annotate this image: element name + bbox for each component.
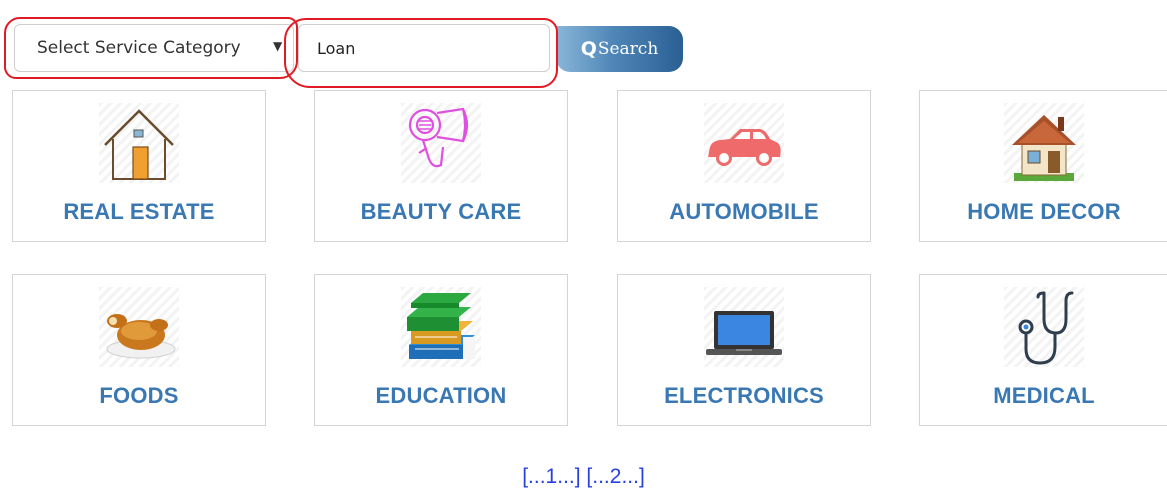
category-label: HOME DECOR <box>967 199 1121 224</box>
category-label: BEAUTY CARE <box>360 199 522 224</box>
category-tile-automobile[interactable]: AUTOMOBILE <box>617 90 871 242</box>
books-icon <box>401 287 481 367</box>
category-tile-education[interactable]: EDUCATION <box>314 274 568 426</box>
category-tile-beauty-care[interactable]: BEAUTY CARE <box>314 90 568 242</box>
dropdown-arrow-icon: ▼ <box>273 39 283 53</box>
roast-chicken-icon <box>99 287 179 367</box>
category-label: REAL ESTATE <box>63 199 215 224</box>
service-category-select[interactable]: Select Service Category ▼ <box>14 24 294 72</box>
category-label: MEDICAL <box>993 383 1095 408</box>
page-2-link[interactable]: [...2...] <box>586 465 644 488</box>
house-icon <box>99 103 179 183</box>
search-query-input[interactable] <box>298 24 550 72</box>
home-decor-icon <box>1004 103 1084 183</box>
category-label: AUTOMOBILE <box>669 199 819 224</box>
car-icon <box>704 103 784 183</box>
category-tile-home-decor[interactable]: HOME DECOR <box>919 90 1167 242</box>
laptop-icon <box>704 287 784 367</box>
pagination: [...1...] [...2...] <box>0 465 1167 489</box>
category-label: EDUCATION <box>375 383 507 408</box>
hair-dryer-icon <box>401 103 481 183</box>
category-label: ELECTRONICS <box>664 383 824 408</box>
select-value: Select Service Category <box>37 38 241 58</box>
page-1-link[interactable]: [...1...] <box>522 465 580 488</box>
search-button-label: Search <box>597 39 659 59</box>
stethoscope-icon <box>1004 287 1084 367</box>
category-tile-medical[interactable]: MEDICAL <box>919 274 1167 426</box>
category-tile-real-estate[interactable]: REAL ESTATE <box>12 90 266 242</box>
category-tile-foods[interactable]: FOODS <box>12 274 266 426</box>
category-label: FOODS <box>99 383 179 408</box>
magnifier-icon: Q <box>580 38 597 60</box>
search-button[interactable]: Q Search <box>556 26 683 72</box>
category-tile-electronics[interactable]: ELECTRONICS <box>617 274 871 426</box>
